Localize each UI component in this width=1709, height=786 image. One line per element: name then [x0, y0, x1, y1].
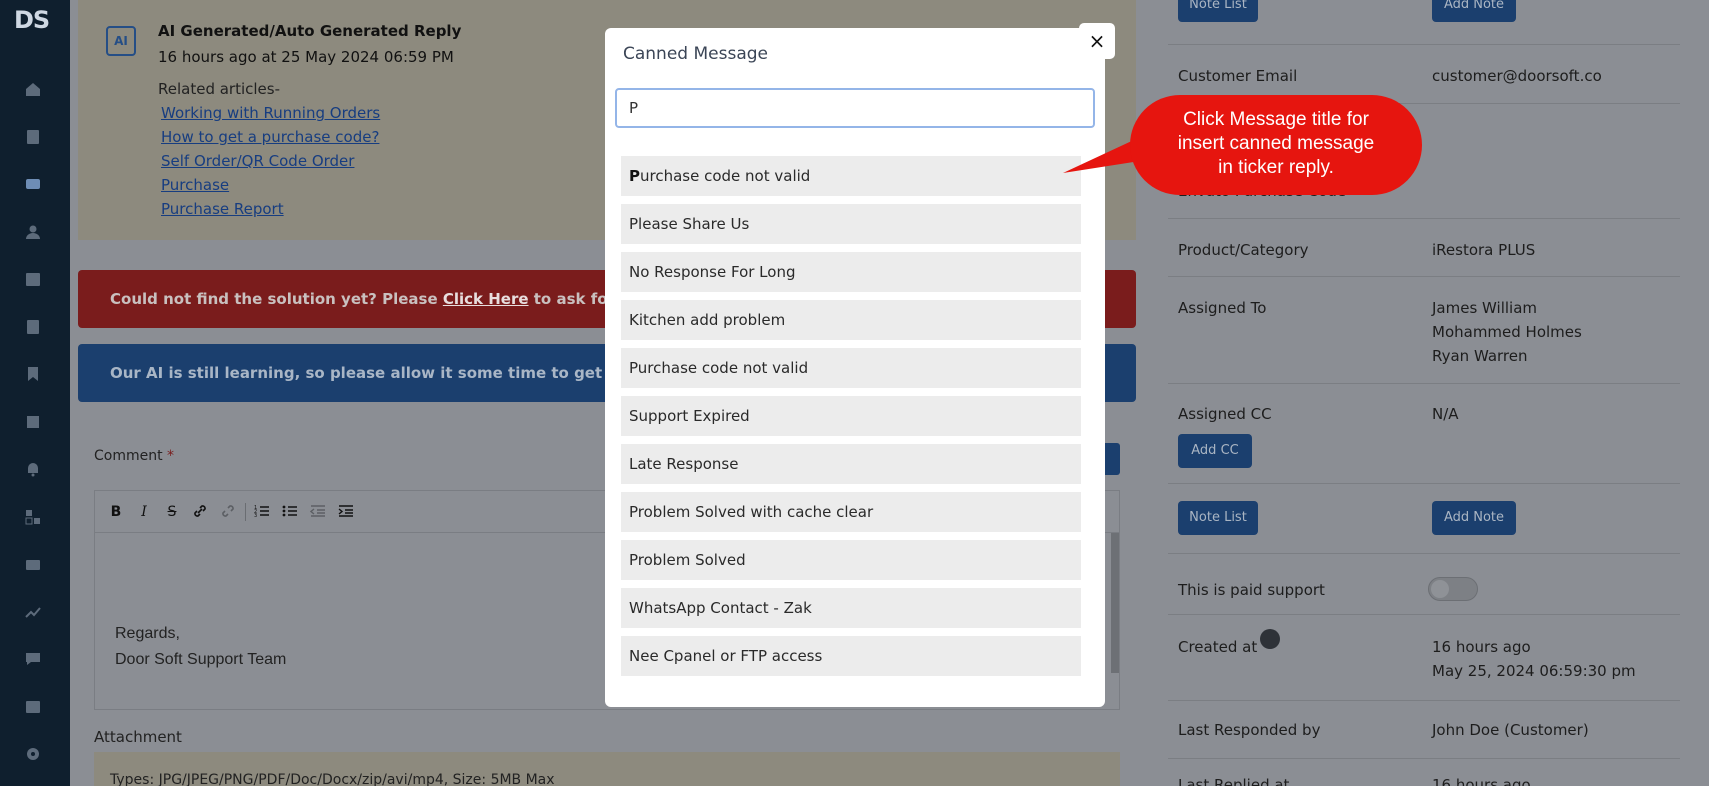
- bell-icon[interactable]: [24, 460, 42, 478]
- canned-message-item[interactable]: Problem Solved: [621, 540, 1081, 580]
- comment-label: Comment *: [94, 448, 175, 464]
- assigned-cc-value: N/A: [1432, 405, 1459, 423]
- paid-support-label: This is paid support: [1178, 581, 1325, 599]
- settings-icon[interactable]: [24, 745, 42, 763]
- callout-text: Click Message title for insert canned me…: [1177, 109, 1375, 178]
- link-icon[interactable]: [191, 503, 209, 521]
- product-value: iRestora PLUS: [1432, 241, 1536, 259]
- canned-message-item[interactable]: Nee Cpanel or FTP access: [621, 636, 1081, 676]
- created-at-value: 16 hours ago May 25, 2024 06:59:30 pm: [1432, 638, 1636, 680]
- canned-message-item[interactable]: Support Expired: [621, 396, 1081, 436]
- canned-message-item[interactable]: Kitchen add problem: [621, 300, 1081, 340]
- bullet-list-icon[interactable]: [281, 503, 299, 521]
- add-cc-button[interactable]: Add CC: [1178, 434, 1252, 468]
- svg-text:3: 3: [254, 513, 257, 519]
- ai-reply-title: AI Generated/Auto Generated Reply: [158, 22, 462, 40]
- canned-search-input[interactable]: [615, 88, 1095, 128]
- canned-message-item[interactable]: WhatsApp Contact - Zak: [621, 588, 1081, 628]
- toggle-knob: [1431, 580, 1449, 598]
- article-link[interactable]: Self Order/QR Code Order: [161, 152, 354, 170]
- customer-email-label: Customer Email: [1178, 67, 1298, 85]
- ai-badge-icon: AI: [106, 26, 136, 56]
- click-here-link[interactable]: Click Here: [443, 290, 529, 308]
- last-replied-label: Last Replied at: [1178, 776, 1290, 786]
- sidebar: DS: [0, 0, 70, 786]
- last-replied-value: 16 hours ago: [1432, 776, 1531, 786]
- assigned-cc-label: Assigned CC: [1178, 405, 1272, 423]
- bold-icon[interactable]: B: [107, 503, 125, 521]
- assignee: Mohammed Holmes: [1432, 323, 1582, 341]
- canned-message-list: Purchase code not valid Please Share Us No…: [621, 156, 1081, 684]
- canned-message-item[interactable]: Purchase code not valid: [621, 156, 1081, 196]
- strikethrough-icon[interactable]: S: [163, 503, 181, 521]
- canned-message-modal: Canned Message Purchase code not valid Pl…: [605, 28, 1105, 707]
- editor-body-text: Regards, Door Soft Support Team: [115, 625, 287, 668]
- numbered-list-icon[interactable]: 123: [253, 503, 271, 521]
- attachment-hint: Types: JPG/JPEG/PNG/PDF/Doc/Docx/zip/avi…: [110, 772, 555, 786]
- article-link[interactable]: Purchase: [161, 176, 229, 194]
- chat-icon[interactable]: [24, 650, 42, 668]
- close-icon[interactable]: ×: [1079, 23, 1115, 59]
- canned-message-item[interactable]: Late Response: [621, 444, 1081, 484]
- assigned-to-list: James William Mohammed Holmes Ryan Warre…: [1432, 296, 1582, 368]
- paid-support-toggle[interactable]: [1428, 577, 1478, 601]
- bookmark-icon[interactable]: [24, 365, 42, 383]
- customer-email-value: customer@doorsoft.co: [1432, 67, 1602, 85]
- note-list-button[interactable]: Note List: [1178, 0, 1258, 22]
- related-articles-label: Related articles-: [158, 80, 281, 98]
- last-responded-label: Last Responded by: [1178, 721, 1321, 739]
- archive-icon[interactable]: [24, 555, 42, 573]
- user-icon[interactable]: [24, 223, 42, 241]
- ai-reply-time: 16 hours ago at 25 May 2024 06:59 PM: [158, 48, 454, 66]
- notes-icon[interactable]: [24, 318, 42, 336]
- unlink-icon[interactable]: [219, 503, 237, 521]
- product-label: Product/Category: [1178, 241, 1309, 259]
- indent-icon[interactable]: [337, 503, 355, 521]
- assigned-to-label: Assigned To: [1178, 299, 1267, 317]
- note-list-button[interactable]: Note List: [1178, 501, 1258, 535]
- add-note-button[interactable]: Add Note: [1432, 501, 1516, 535]
- article-link[interactable]: Working with Running Orders: [161, 104, 380, 122]
- editor-scrollbar[interactable]: [1111, 533, 1119, 673]
- created-at-label: Created at: [1178, 638, 1258, 656]
- italic-icon[interactable]: I: [135, 503, 153, 521]
- assignee: Ryan Warren: [1432, 347, 1528, 365]
- article-link[interactable]: Purchase Report: [161, 200, 284, 218]
- canned-message-item[interactable]: Problem Solved with cache clear: [621, 492, 1081, 532]
- trend-icon[interactable]: [24, 603, 42, 621]
- instruction-callout: Click Message title for insert canned me…: [1130, 95, 1422, 195]
- calendar-icon[interactable]: [24, 270, 42, 288]
- canned-message-item[interactable]: Please Share Us: [621, 204, 1081, 244]
- add-note-button[interactable]: Add Note: [1432, 0, 1516, 22]
- attachment-label: Attachment: [94, 728, 182, 746]
- apps-icon[interactable]: [24, 508, 42, 526]
- attachment-dropzone[interactable]: Types: JPG/JPEG/PNG/PDF/Doc/Docx/zip/avi…: [94, 752, 1120, 786]
- last-responded-value: John Doe (Customer): [1432, 721, 1589, 739]
- document-icon[interactable]: [24, 128, 42, 146]
- article-link[interactable]: How to get a purchase code?: [161, 128, 379, 146]
- ticket-icon[interactable]: [24, 175, 42, 193]
- canned-message-item[interactable]: Purchase code not valid: [621, 348, 1081, 388]
- home-icon[interactable]: [24, 80, 42, 98]
- assignee: James William: [1432, 299, 1538, 317]
- outdent-icon[interactable]: [309, 503, 327, 521]
- image-icon[interactable]: [24, 698, 42, 716]
- app-logo[interactable]: DS: [14, 6, 58, 36]
- list-icon[interactable]: [24, 413, 42, 431]
- info-icon[interactable]: [1260, 629, 1280, 649]
- canned-message-item[interactable]: No Response For Long: [621, 252, 1081, 292]
- modal-title: Canned Message: [623, 44, 768, 64]
